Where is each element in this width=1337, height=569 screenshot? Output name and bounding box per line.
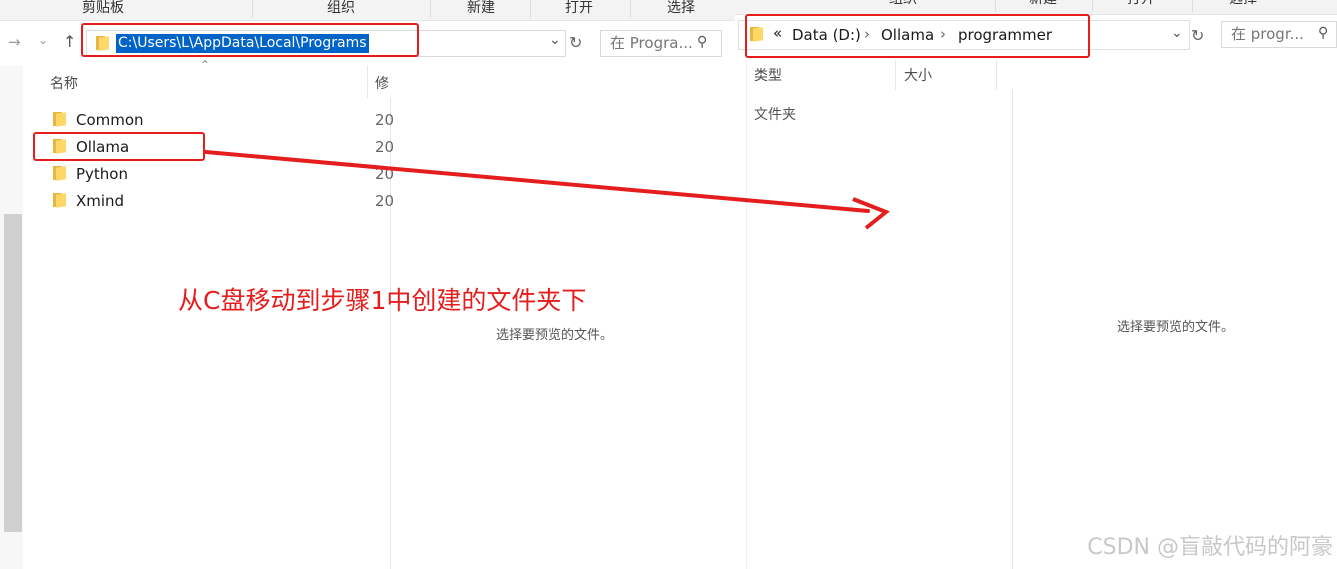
move-arrow-line — [204, 150, 870, 213]
move-arrow-head — [852, 197, 890, 230]
watermark: CSDN @盲敲代码的阿豪 — [1087, 535, 1333, 560]
annotation-text: 从C盘移动到步骤1中创建的文件夹下 — [178, 286, 587, 315]
